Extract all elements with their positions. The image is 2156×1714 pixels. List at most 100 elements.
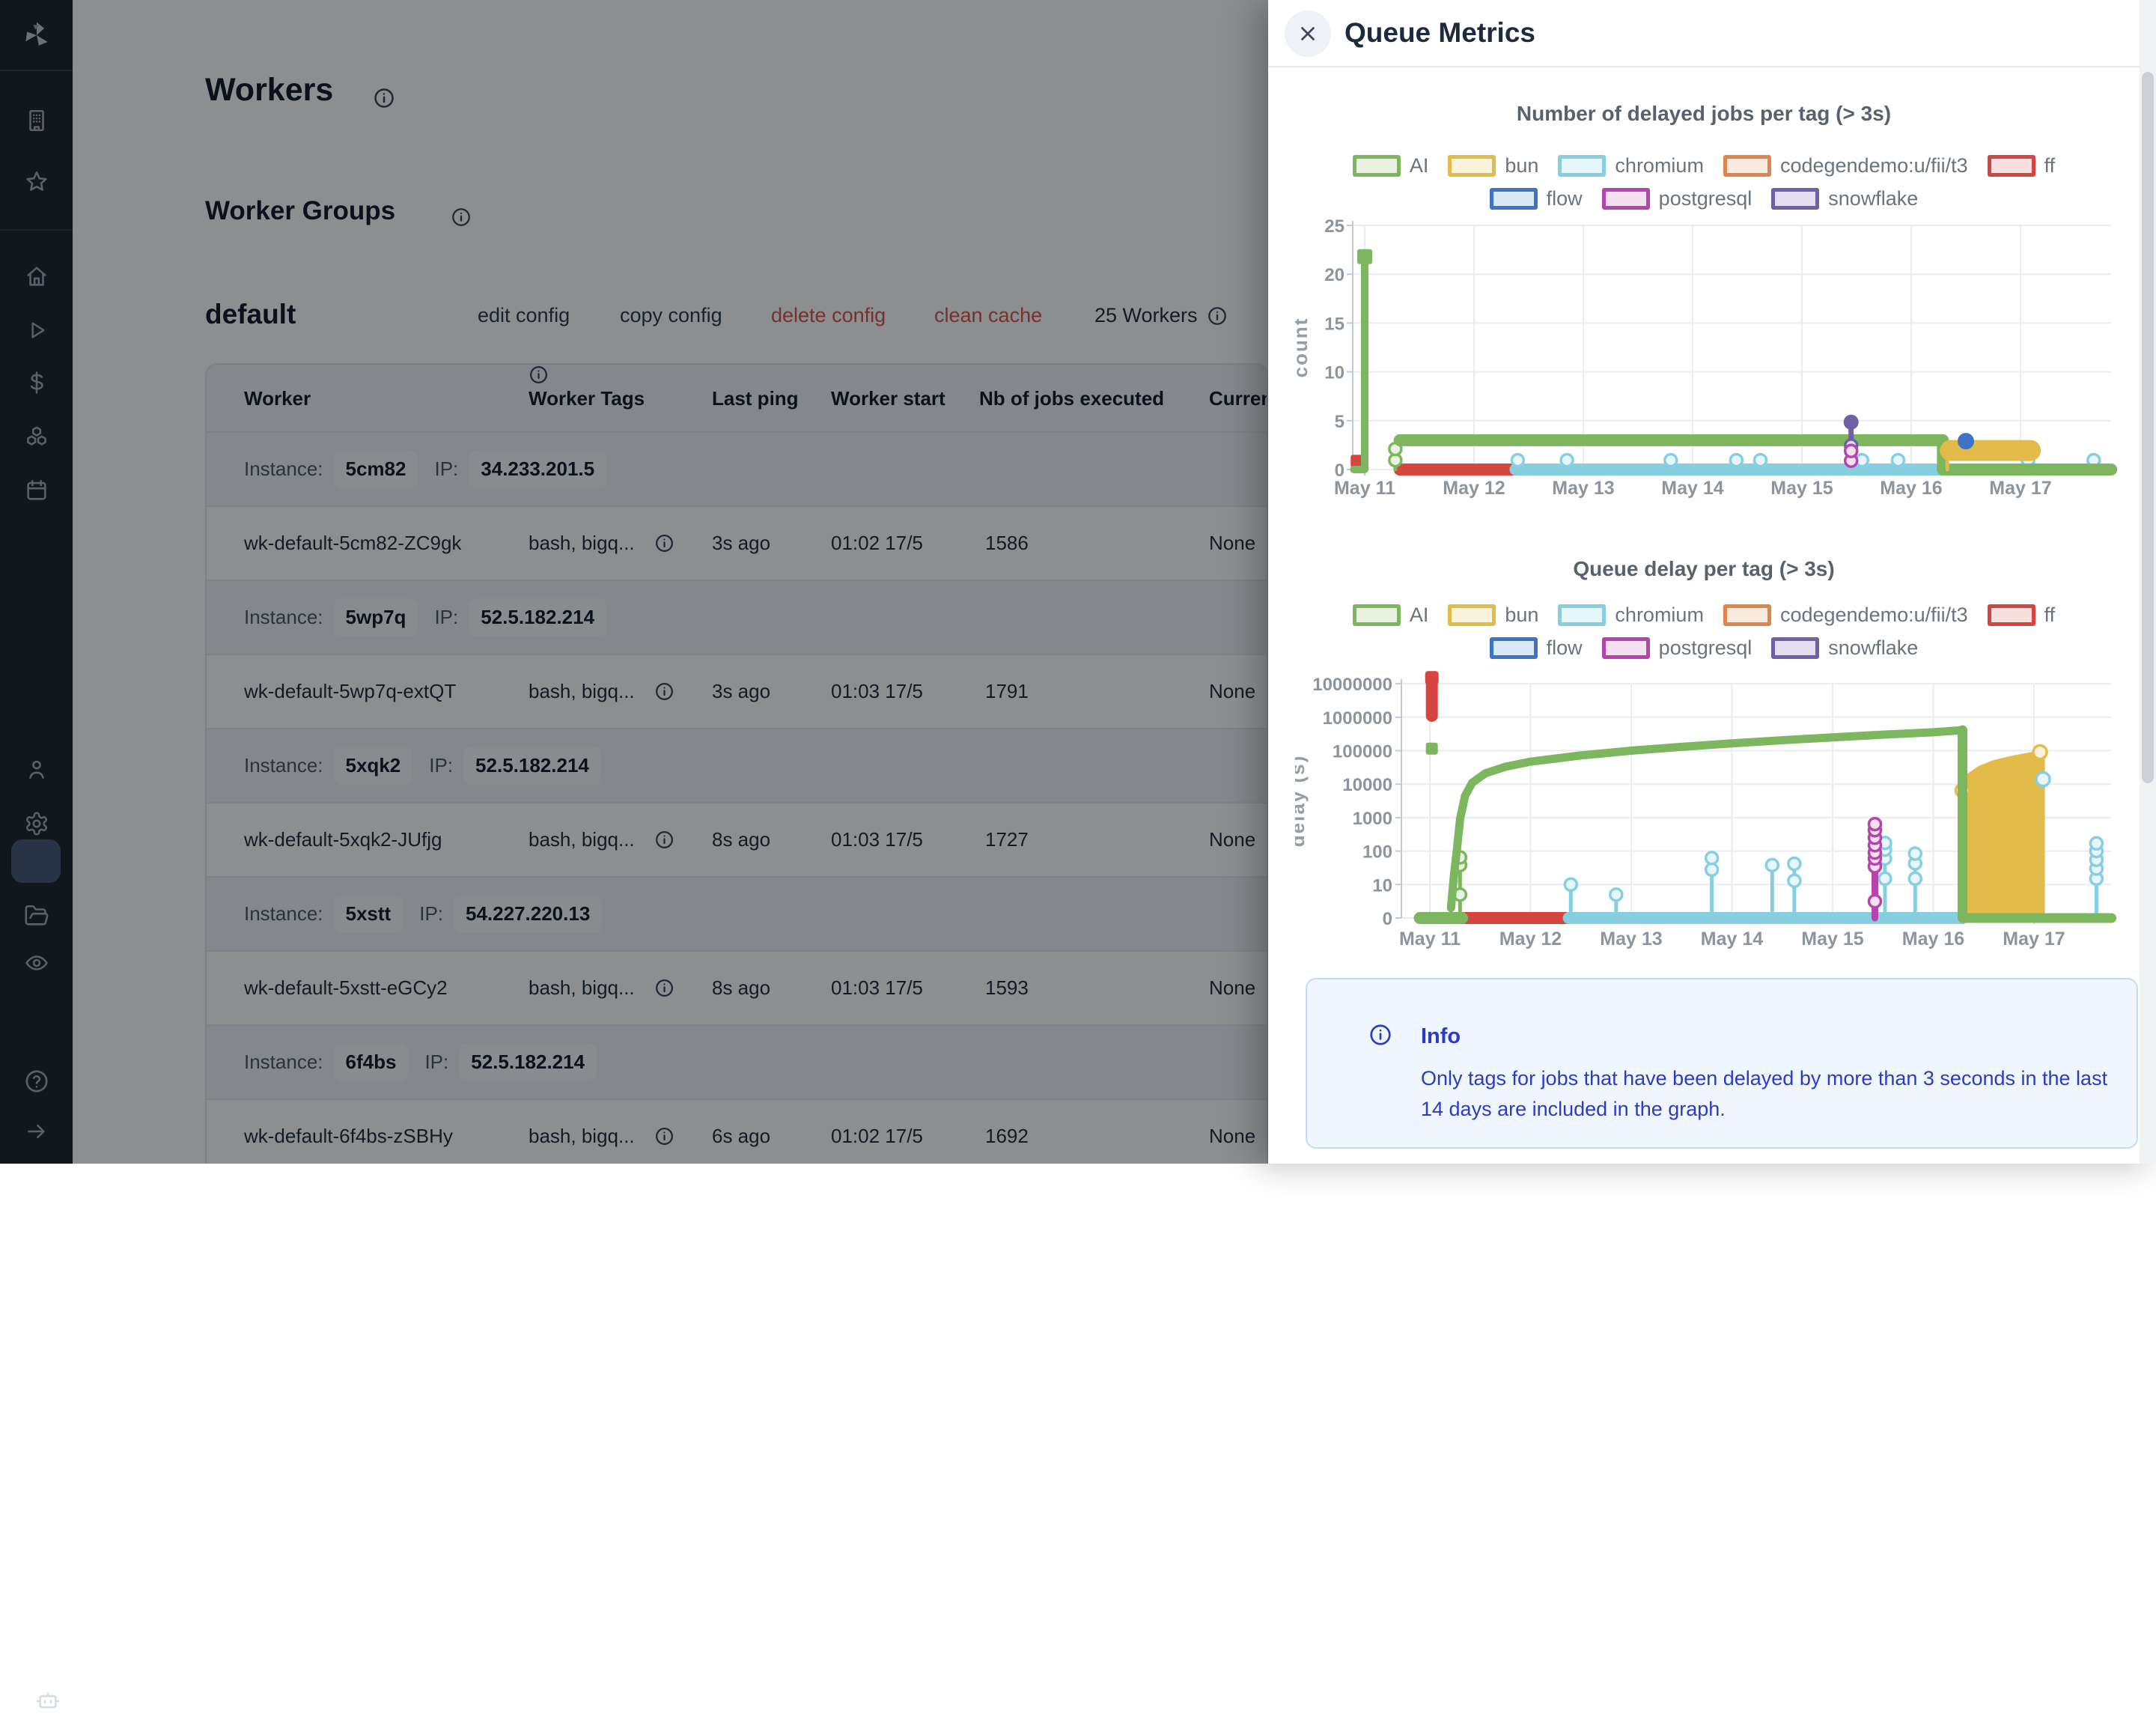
legend-label: postgresql <box>1659 636 1752 660</box>
legend-row: flow postgresql snowflake <box>1490 636 1919 660</box>
queue-metrics-drawer: Queue Metrics Number of delayed jobs per… <box>1268 0 2156 1164</box>
svg-text:May 17: May 17 <box>1989 478 2051 499</box>
legend-item: chromium <box>1558 154 1704 177</box>
legend-label: codegendemo:u/fii/t3 <box>1780 154 1968 177</box>
legend-swatch <box>1353 604 1401 626</box>
legend-item: snowflake <box>1771 187 1918 210</box>
drawer-scrollbar-track <box>2140 0 2156 1164</box>
legend-label: ff <box>2044 604 2056 627</box>
legend-item: chromium <box>1558 604 1704 627</box>
legend-row: flow postgresql snowflake <box>1490 187 1919 210</box>
legend-label: codegendemo:u/fii/t3 <box>1780 604 1968 627</box>
svg-text:May 14: May 14 <box>1701 929 1763 949</box>
close-icon <box>1297 22 1319 45</box>
legend-item: ff <box>1988 154 2056 177</box>
legend-item: codegendemo:u/fii/t3 <box>1723 154 1968 177</box>
drawer-scrollbar-thumb[interactable] <box>2142 72 2154 783</box>
svg-text:100: 100 <box>1362 842 1392 863</box>
legend-item: flow <box>1490 187 1583 210</box>
legend-item: AI <box>1353 604 1429 627</box>
svg-text:delay (s): delay (s) <box>1295 755 1309 848</box>
svg-text:1000: 1000 <box>1353 809 1392 829</box>
svg-text:May 17: May 17 <box>2003 929 2065 949</box>
legend-row: AI bun chromium codegendemo:u/fii/t3 ff <box>1353 154 2055 177</box>
legend-swatch <box>1988 604 2035 626</box>
legend-row: AI bun chromium codegendemo:u/fii/t3 ff <box>1353 604 2055 627</box>
legend-swatch <box>1558 155 1606 177</box>
info-body: Only tags for jobs that have been delaye… <box>1421 1063 2132 1125</box>
legend-label: postgresql <box>1659 187 1752 210</box>
svg-text:May 11: May 11 <box>1334 478 1395 499</box>
svg-text:15: 15 <box>1324 314 1345 334</box>
legend-label: flow <box>1547 636 1583 660</box>
legend-swatch <box>1353 155 1401 177</box>
svg-text:May 13: May 13 <box>1600 929 1662 949</box>
svg-text:May 11: May 11 <box>1399 929 1461 949</box>
legend-label: ff <box>2044 154 2056 177</box>
svg-text:5: 5 <box>1335 412 1345 432</box>
legend-item: snowflake <box>1771 636 1918 660</box>
legend-label: AI <box>1410 604 1429 627</box>
legend-swatch <box>1602 188 1650 210</box>
legend-item: AI <box>1353 154 1429 177</box>
legend-item: postgresql <box>1602 187 1752 210</box>
legend-swatch <box>1771 188 1819 210</box>
info-box: Info Only tags for jobs that have been d… <box>1306 978 2138 1149</box>
svg-text:20: 20 <box>1324 265 1345 285</box>
chart2-title: Queue delay per tag (> 3s) <box>1268 557 2140 581</box>
info-icon <box>1368 1023 1392 1051</box>
legend-item: bun <box>1448 154 1538 177</box>
svg-text:10: 10 <box>1372 875 1392 896</box>
svg-text:100000: 100000 <box>1333 742 1392 762</box>
drawer-header: Queue Metrics <box>1268 0 2156 67</box>
legend-item: flow <box>1490 636 1583 660</box>
info-title: Info <box>1421 1024 1461 1049</box>
chart2-legend: AI bun chromium codegendemo:u/fii/t3 ff flow p… <box>1268 604 2140 660</box>
legend-swatch <box>1490 637 1538 659</box>
legend-item: bun <box>1448 604 1538 627</box>
svg-text:count: count <box>1295 317 1312 378</box>
svg-text:10000: 10000 <box>1342 775 1392 795</box>
legend-label: bun <box>1505 604 1538 627</box>
legend-label: AI <box>1410 154 1429 177</box>
legend-swatch <box>1448 604 1496 626</box>
legend-swatch <box>1988 155 2035 177</box>
svg-text:10: 10 <box>1324 363 1345 383</box>
robot-icon <box>34 1687 61 1714</box>
legend-label: chromium <box>1615 604 1704 627</box>
legend-label: chromium <box>1615 154 1704 177</box>
svg-text:0: 0 <box>1383 909 1392 929</box>
legend-swatch <box>1602 637 1650 659</box>
legend-item: codegendemo:u/fii/t3 <box>1723 604 1968 627</box>
close-drawer-button[interactable] <box>1285 10 1331 57</box>
legend-swatch <box>1490 188 1538 210</box>
legend-swatch <box>1723 604 1771 626</box>
svg-text:May 12: May 12 <box>1499 929 1562 949</box>
drawer-title: Queue Metrics <box>1345 0 1535 66</box>
svg-text:May 15: May 15 <box>1770 478 1833 499</box>
legend-item: postgresql <box>1602 636 1752 660</box>
svg-text:10000000: 10000000 <box>1312 675 1392 695</box>
chart1-title: Number of delayed jobs per tag (> 3s) <box>1268 102 2140 126</box>
svg-text:May 13: May 13 <box>1552 478 1614 499</box>
delayed-jobs-chart: 0510152025May 11May 12May 13May 14May 15… <box>1295 216 2140 515</box>
svg-text:1000000: 1000000 <box>1323 708 1392 729</box>
legend-label: bun <box>1505 154 1538 177</box>
chart1-legend: AI bun chromium codegendemo:u/fii/t3 ff flow p… <box>1268 154 2140 210</box>
workers-page: Workers Worker Groups default edit confi… <box>0 0 2156 1164</box>
legend-label: flow <box>1547 187 1583 210</box>
svg-text:25: 25 <box>1324 216 1345 237</box>
legend-label: snowflake <box>1828 636 1918 660</box>
svg-text:May 15: May 15 <box>1801 929 1863 949</box>
svg-text:May 16: May 16 <box>1880 478 1942 499</box>
legend-swatch <box>1558 604 1606 626</box>
legend-swatch <box>1723 155 1771 177</box>
svg-text:May 16: May 16 <box>1902 929 1964 949</box>
svg-text:May 12: May 12 <box>1443 478 1505 499</box>
legend-item: ff <box>1988 604 2056 627</box>
svg-text:May 14: May 14 <box>1661 478 1723 499</box>
legend-swatch <box>1448 155 1496 177</box>
legend-swatch <box>1771 637 1819 659</box>
queue-delay-chart: 0 10 100 1000 10000 100000 1000000 10000000 May … <box>1295 665 2140 964</box>
legend-label: snowflake <box>1828 187 1918 210</box>
